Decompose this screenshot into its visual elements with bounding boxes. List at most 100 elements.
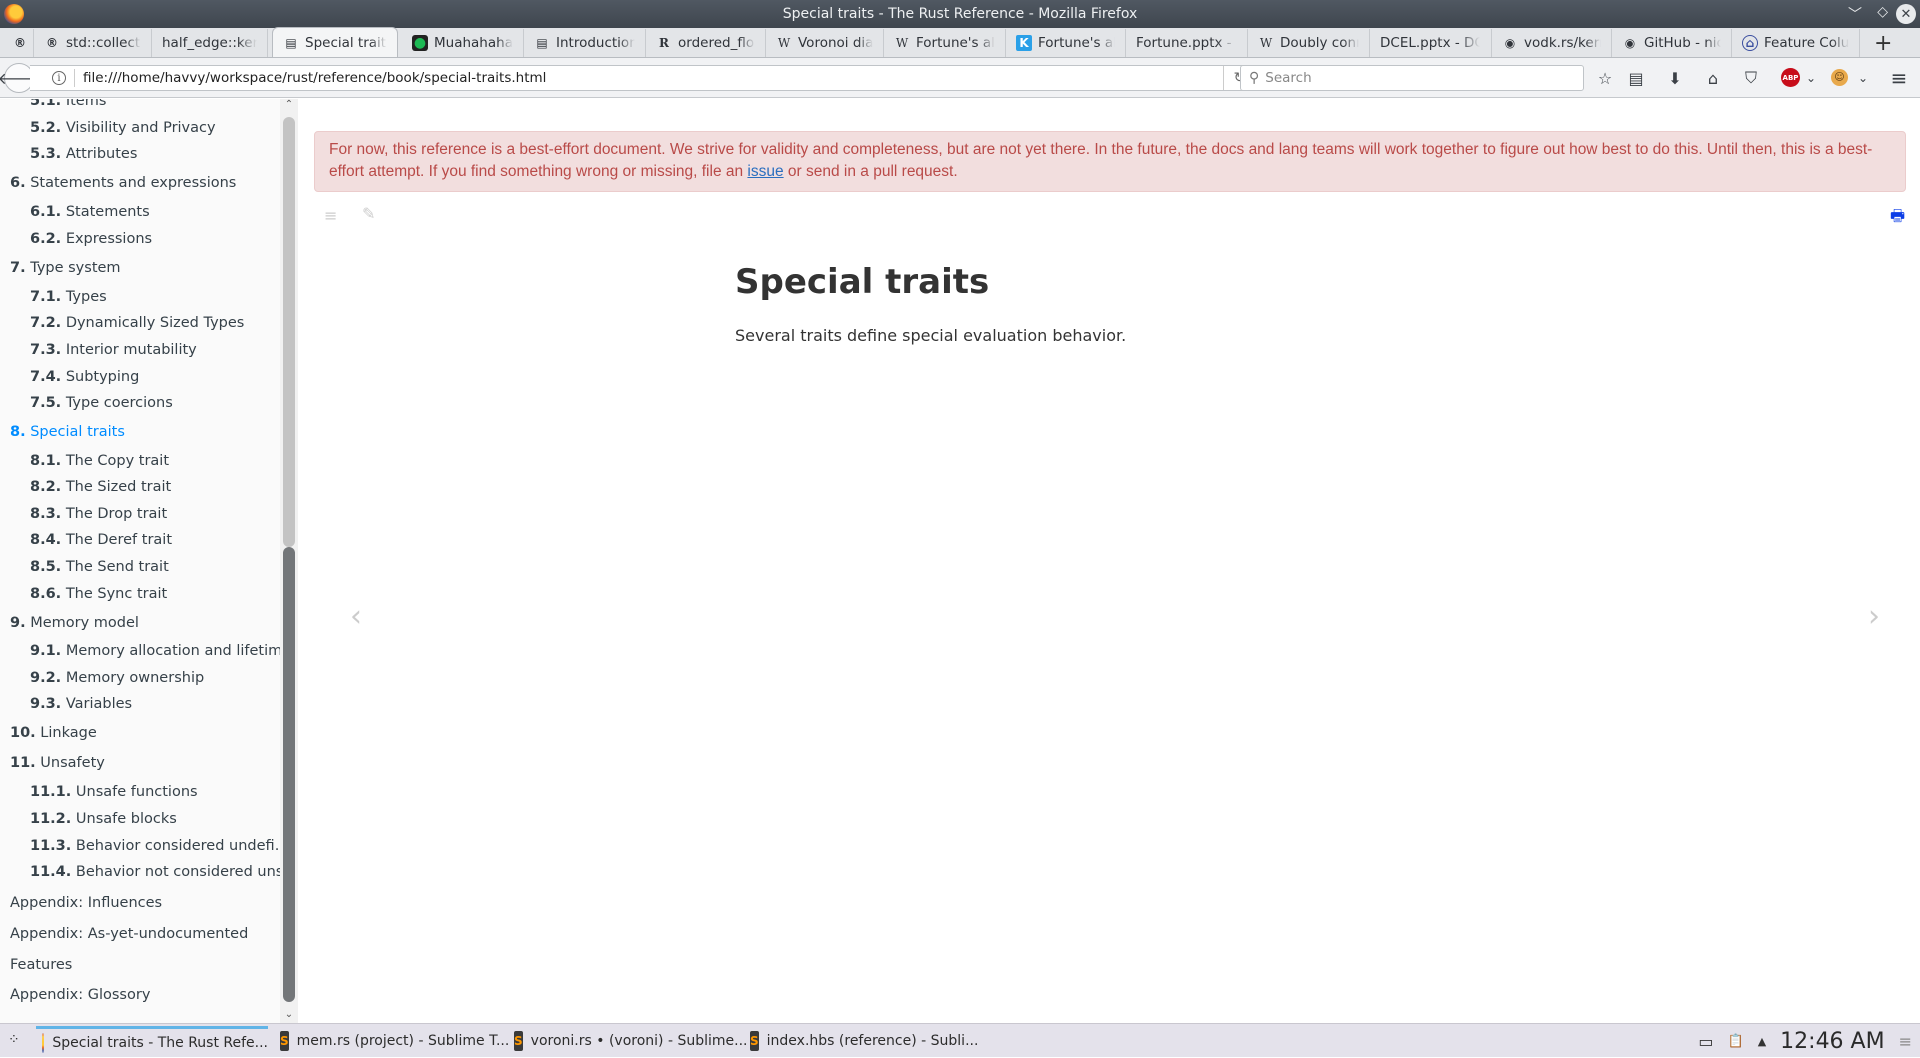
toc-item[interactable]: 6.1. Statements [30,204,150,220]
theme-brush-icon[interactable]: ✎ [362,204,375,223]
toc-item[interactable]: Appendix: Influences [10,895,162,911]
adblock-plus-icon[interactable]: ABP [1781,68,1800,87]
toc-item[interactable]: 11.4. Behavior not considered uns… [30,864,297,880]
url-separator [74,69,75,87]
system-taskbar: ⁘ ▭ 📋 ▲ 12:46 AM ≡ Special traits - The … [0,1023,1920,1057]
browser-tab[interactable]: ◉ vodk.rs/kern [1492,29,1612,57]
scrollbar-thumb[interactable] [283,547,295,1002]
toc-item[interactable]: 7. Type system [10,260,121,276]
site-info-icon[interactable]: i [52,71,66,85]
toc-item[interactable]: 5.1. Items [30,99,106,109]
toggle-sidebar-icon[interactable]: ≡ [324,206,337,225]
browser-tab[interactable]: ▤ Introduction [524,29,646,57]
maximize-button[interactable]: ◇ [1877,4,1888,20]
toc-item-number: 5.3. [30,146,62,162]
toc-item[interactable]: 5.3. Attributes [30,146,137,162]
next-chapter-icon[interactable]: › [1868,599,1880,634]
browser-tab[interactable]: W Doubly conn [1248,29,1370,57]
toc-item[interactable]: 7.2. Dynamically Sized Types [30,315,244,331]
close-window-button[interactable]: ✕ [1896,4,1916,24]
search-input[interactable]: ⚲ Search [1240,65,1584,91]
toc-item[interactable]: 8.5. The Send trait [30,559,169,575]
toc-item[interactable]: 10. Linkage [10,725,97,741]
greasemonkey-icon[interactable]: ☺ [1831,69,1848,86]
greasemonkey-dropdown-icon[interactable]: ⌄ [1852,67,1874,89]
clipboard-icon[interactable]: 📋 [1728,1034,1744,1049]
browser-tab[interactable]: W Voronoi diag [766,29,884,57]
toc-item[interactable]: Features [10,957,72,973]
hamburger-menu-icon[interactable]: ≡ [1888,66,1910,90]
tab-title: half_edge::kerne [162,35,257,51]
toc-item-number: 7.4. [30,369,62,385]
browser-tab[interactable]: half_edge::kerne [152,29,268,57]
toc-item[interactable]: 11. Unsafety [10,755,105,771]
clock[interactable]: 12:46 AM [1780,1029,1884,1054]
browser-tab[interactable]: ● Muahahaha [402,29,524,57]
toc-item[interactable]: 9.3. Variables [30,696,132,712]
toc-item[interactable]: 9. Memory model [10,615,139,631]
toc-item[interactable]: 7.1. Types [30,289,107,305]
sublime-text-icon: S [514,1031,523,1051]
browser-tab[interactable]: ◉ GitHub - nica [1612,29,1732,57]
toc-item[interactable]: 7.5. Type coercions [30,395,173,411]
minimize-button[interactable]: ﹀ [1848,4,1862,24]
taskbar-task[interactable]: Special traits - The Rust Refe... [36,1026,268,1056]
print-icon[interactable]: 🖶 [1890,205,1908,225]
taskbar-task[interactable]: Svoroni.rs • (voroni) - Sublime... [508,1026,747,1056]
toc-item[interactable]: 6. Statements and expressions [10,175,236,191]
browser-tab[interactable]: K Fortune's alg [1006,29,1126,57]
toc-item[interactable]: 11.1. Unsafe functions [30,784,198,800]
toc-item[interactable]: 8.4. The Deref trait [30,532,172,548]
taskbar-task[interactable]: Sindex.hbs (reference) - Subli... [744,1026,978,1056]
browser-tab[interactable]: ▤ Special traits [272,27,398,57]
toc-item[interactable]: 7.4. Subtyping [30,369,139,385]
browser-tab[interactable]: ® std::collectio [34,29,152,57]
toc-item[interactable]: Appendix: As-yet-undocumented [10,926,248,942]
app-launcher-icon[interactable]: ⁘ [8,1032,20,1048]
taskbar-task[interactable]: Smem.rs (project) - Sublime T... [274,1026,509,1056]
sidebar-scrollbar[interactable]: ⌃ ⌄ [280,99,298,1023]
browser-tab[interactable]: ⌂ Feature Colu [1732,29,1860,57]
toc-item[interactable]: 8. Special traits [10,424,125,440]
pocket-icon[interactable]: ⛉ [1740,67,1762,89]
toc-item-number: 6. [10,175,26,191]
scroll-up-icon[interactable]: ⌃ [280,99,298,113]
browser-tab[interactable]: Fortune.pptx - F [1126,29,1248,57]
toc-item[interactable]: 11.3. Behavior considered undefi… [30,838,289,854]
battery-icon[interactable]: ▭ [1698,1032,1713,1051]
adblock-dropdown-icon[interactable]: ⌄ [1800,67,1822,89]
scroll-down-icon[interactable]: ⌄ [280,1009,298,1023]
toc-item-label: Expressions [65,231,153,247]
toc-item[interactable]: Appendix: Glossory [10,987,150,1003]
download-icon[interactable]: ⬇ [1664,67,1686,89]
bookmark-star-icon[interactable]: ☆ [1594,67,1616,89]
tab-title: Introduction [556,35,635,51]
scrollbar-track-upper[interactable] [283,117,295,547]
previous-chapter-icon[interactable]: ‹ [350,599,362,634]
toc-item[interactable]: 8.3. The Drop trait [30,506,167,522]
toc-item[interactable]: 9.2. Memory ownership [30,670,204,686]
toc-item-number: 8.4. [30,532,62,548]
sublime-text-icon: S [280,1031,289,1051]
toc-item[interactable]: 8.6. The Sync trait [30,586,167,602]
tray-expand-icon[interactable]: ▲ [1758,1035,1766,1048]
pinned-tab[interactable]: ® [0,29,34,57]
toc-item[interactable]: 6.2. Expressions [30,231,152,247]
panel-menu-icon[interactable]: ≡ [1899,1032,1912,1051]
home-icon[interactable]: ⌂ [1702,67,1724,89]
url-input[interactable]: file:///home/havvy/workspace/rust/refere… [83,70,546,86]
browser-tab[interactable]: Rordered_floa [646,29,766,57]
rust-crate-icon: R [659,36,669,50]
toc-item[interactable]: 9.1. Memory allocation and lifetime [30,643,291,659]
browser-tab[interactable]: W Fortune's alg [884,29,1006,57]
browser-tab[interactable]: DCEL.pptx - DCE [1370,29,1492,57]
toc-item[interactable]: 11.2. Unsafe blocks [30,811,177,827]
url-bar[interactable]: i file:///home/havvy/workspace/rust/refe… [30,65,1256,91]
toc-item[interactable]: 7.3. Interior mutability [30,342,197,358]
reading-list-icon[interactable]: ▤ [1625,67,1647,89]
toc-item[interactable]: 5.2. Visibility and Privacy [30,120,216,136]
toc-item[interactable]: 8.1. The Copy trait [30,453,169,469]
new-tab-button[interactable]: + [1860,29,1906,57]
toc-item[interactable]: 8.2. The Sized trait [30,479,171,495]
issue-link[interactable]: issue [747,163,783,180]
